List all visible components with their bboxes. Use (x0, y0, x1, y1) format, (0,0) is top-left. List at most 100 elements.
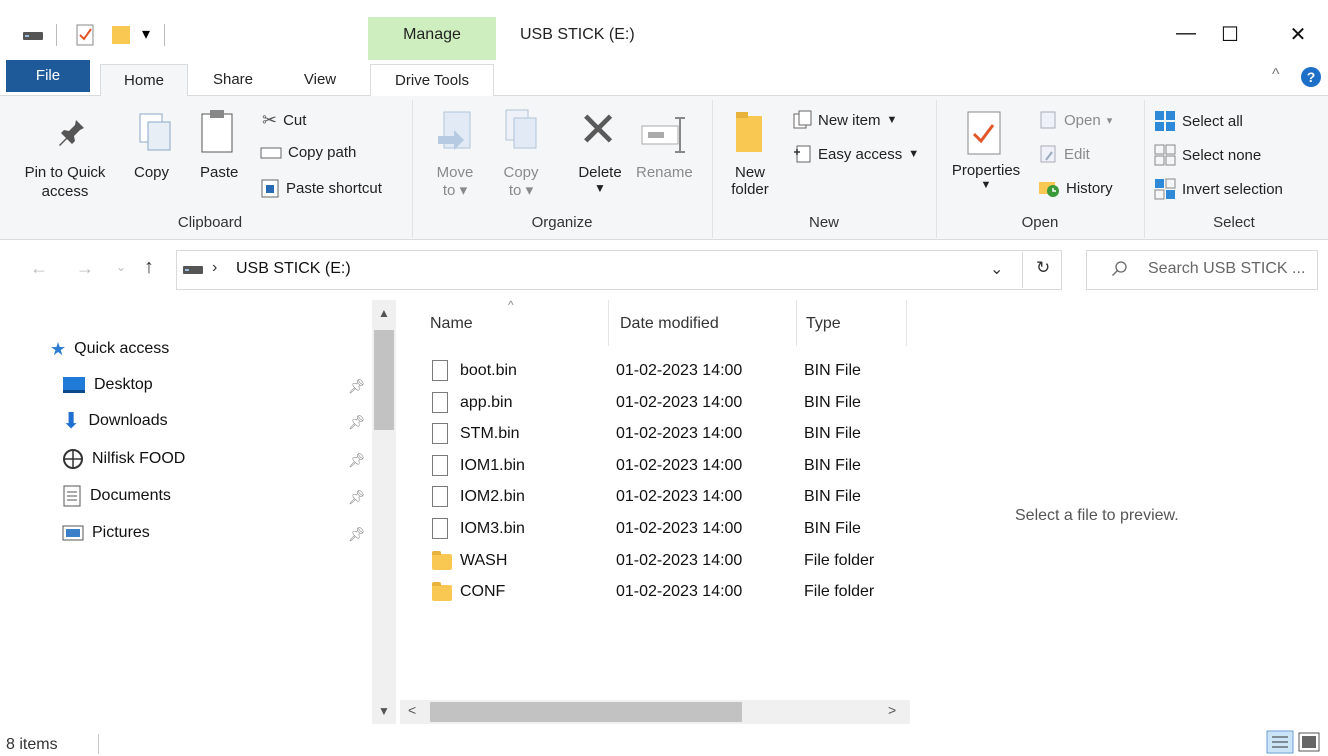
scroll-down-icon[interactable]: ▼ (378, 704, 390, 718)
scroll-left-icon[interactable]: < (408, 702, 416, 718)
copy-to-label-2-text: to (508, 182, 522, 199)
invert-selection-button[interactable]: Invert selection (1154, 178, 1283, 200)
file-date-modified: 01-02-2023 14:00 (616, 393, 743, 411)
sort-ascending-icon: ^ (508, 298, 514, 312)
paste-icon (201, 110, 233, 153)
column-header-type[interactable]: Type (806, 315, 841, 333)
column-separator[interactable] (796, 300, 797, 346)
nav-item-label: Nilfisk FOOD (92, 450, 186, 467)
select-all-icon (1155, 111, 1175, 131)
edit-button[interactable]: Edit (1038, 144, 1090, 164)
details-view-icon[interactable] (1266, 730, 1294, 754)
column-header-date[interactable]: Date modified (620, 315, 719, 333)
file-type: BIN File (804, 362, 861, 379)
paste-shortcut-button[interactable]: Paste shortcut (260, 178, 382, 198)
manage-tab-label: Manage (403, 26, 461, 43)
tab-home[interactable]: Home (100, 64, 188, 97)
move-label-1: Move (436, 164, 474, 181)
file-row[interactable]: STM.bin 01-02-2023 14:00 BIN File (420, 419, 900, 449)
select-group-label: Select (1213, 214, 1255, 231)
file-row[interactable]: boot.bin 01-02-2023 14:00 BIN File (420, 356, 900, 386)
file-row[interactable]: app.bin 01-02-2023 14:00 BIN File (420, 388, 900, 418)
minimize-button[interactable]: — (1164, 22, 1208, 45)
file-name: IOM2.bin (460, 488, 525, 506)
column-separator[interactable] (608, 300, 609, 346)
file-row[interactable]: IOM2.bin 01-02-2023 14:00 BIN File (420, 482, 900, 512)
copy-button[interactable]: Copy (134, 164, 169, 181)
copy-to-button[interactable]: Copy to ▾ (492, 164, 550, 199)
cut-button[interactable]: ✂ Cut (262, 110, 306, 131)
properties-button[interactable]: Properties ▼ (944, 162, 1028, 191)
select-all-button[interactable]: Select all (1154, 110, 1243, 132)
nav-scrollbar-thumb[interactable] (374, 330, 394, 430)
history-icon (1039, 182, 1059, 197)
large-icons-view-icon[interactable] (1298, 732, 1320, 752)
new-item-dropdown-icon: ▼ (886, 114, 898, 126)
recent-locations-icon[interactable]: ⌄ (116, 260, 126, 274)
help-icon[interactable]: ? (1300, 66, 1322, 88)
tab-share[interactable]: Share (200, 64, 266, 96)
nav-item-pictures[interactable]: Pictures (62, 518, 150, 548)
open-button[interactable]: Open ▾ (1038, 110, 1112, 130)
file-row[interactable]: IOM1.bin 01-02-2023 14:00 BIN File (420, 451, 900, 481)
up-arrow-icon[interactable]: ↑ (144, 256, 154, 279)
file-row[interactable]: CONF 01-02-2023 14:00 File folder (420, 577, 900, 607)
column-header-name[interactable]: Name (430, 315, 473, 333)
properties-qat-icon[interactable] (76, 24, 94, 46)
delete-button[interactable]: Delete ▼ (568, 164, 632, 195)
easy-access-icon (794, 145, 811, 163)
file-date-modified: 01-02-2023 14:00 (616, 520, 743, 537)
invert-selection-icon (1154, 178, 1176, 200)
new-item-button[interactable]: New item ▼ (792, 110, 897, 130)
scroll-right-icon[interactable]: > (888, 702, 896, 718)
tab-drive-tools[interactable]: Drive Tools (370, 64, 494, 97)
close-button[interactable]: ✕ (1276, 22, 1320, 47)
new-folder-button[interactable]: New folder (720, 164, 780, 198)
nav-item-downloads[interactable]: ⬇ Downloads (62, 406, 168, 436)
refresh-icon[interactable]: ↻ (1036, 258, 1050, 278)
file-row[interactable]: IOM3.bin 01-02-2023 14:00 BIN File (420, 514, 900, 544)
file-type: File folder (804, 551, 875, 569)
new-folder-qat-icon[interactable] (110, 24, 132, 46)
tab-file[interactable]: File (6, 60, 90, 92)
open-dropdown-icon: ▾ (1106, 114, 1113, 127)
address-dropdown-icon[interactable]: ⌄ (990, 259, 1003, 279)
qat-dropdown-icon[interactable]: ▾ (142, 24, 150, 44)
pin-icon[interactable]: 📌︎ (348, 378, 366, 395)
column-separator[interactable] (906, 300, 907, 346)
breadcrumb-usb-stick[interactable]: USB STICK (E:) (236, 260, 351, 278)
file-name: WASH (460, 551, 508, 569)
select-none-button[interactable]: Select none (1154, 144, 1261, 166)
paste-button[interactable]: Paste (200, 164, 238, 181)
file-list-hscrollbar-thumb[interactable] (430, 702, 742, 722)
copy-path-button[interactable]: Copy path (260, 144, 356, 161)
properties-label: Properties (951, 162, 1021, 179)
file-type: BIN File (804, 393, 861, 411)
pin-icon[interactable]: 📌︎ (348, 414, 366, 431)
pin-icon[interactable]: 📌︎ (348, 452, 366, 469)
nav-item-nilfisk-food[interactable]: Nilfisk FOOD (62, 444, 185, 474)
pin-icon[interactable]: 📌︎ (348, 489, 366, 506)
history-button[interactable]: History (1038, 178, 1113, 198)
back-arrow-icon[interactable]: ← (30, 258, 48, 279)
nav-item-desktop[interactable]: Desktop (62, 370, 153, 400)
maximize-button[interactable]: ☐ (1208, 22, 1252, 47)
new-folder-icon (736, 112, 762, 152)
properties-dropdown-icon: ▼ (980, 179, 992, 191)
move-to-button[interactable]: Move to ▾ (426, 164, 484, 199)
nav-item-label: Pictures (92, 524, 150, 541)
nav-quick-access[interactable]: ★ Quick access (50, 334, 169, 364)
easy-access-button[interactable]: Easy access ▼ (792, 144, 919, 164)
nav-item-documents[interactable]: Documents (62, 481, 171, 511)
scroll-up-icon[interactable]: ▲ (378, 306, 390, 320)
forward-arrow-icon[interactable]: → (76, 258, 94, 279)
svg-text:?: ? (1307, 69, 1316, 85)
pin-icon[interactable]: 📌︎ (348, 526, 366, 543)
rename-button[interactable]: Rename (636, 164, 693, 181)
file-row[interactable]: WASH 01-02-2023 14:00 File folder (420, 546, 900, 576)
pin-label-1: Pin to Quick (24, 164, 106, 181)
easy-access-dropdown-icon: ▼ (908, 148, 920, 160)
collapse-ribbon-icon[interactable]: ^ (1272, 66, 1280, 84)
pin-quick-access-button[interactable]: Pin to Quick access (10, 164, 120, 200)
tab-view[interactable]: View (290, 64, 350, 96)
